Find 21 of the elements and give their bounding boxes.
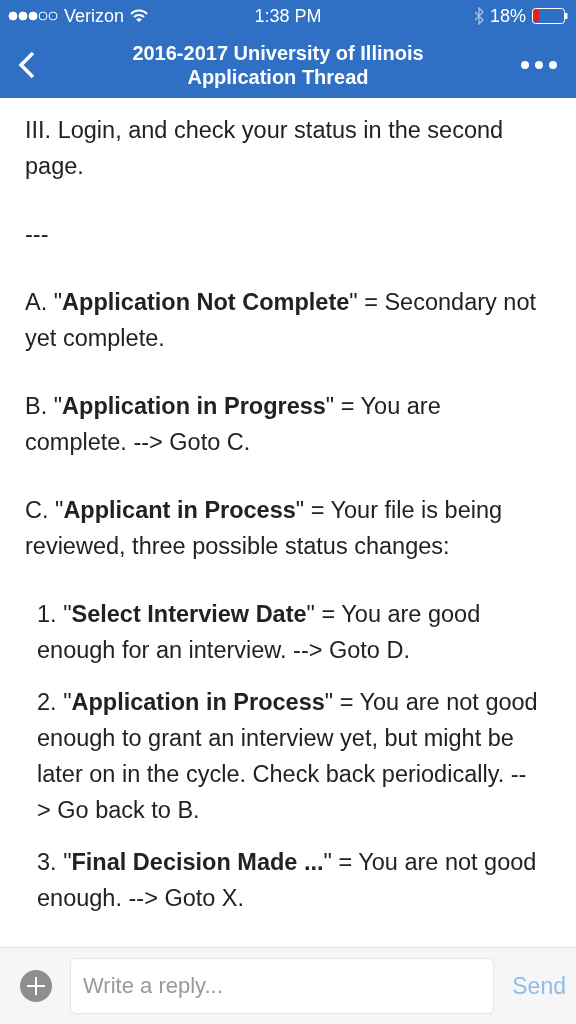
clock-time: 1:38 PM — [254, 5, 322, 27]
thread-title: 2016-2017 University of Illinois — [132, 41, 424, 65]
paragraph-text: B. "Application in Progress" = You are complete. --> Goto C. — [25, 392, 442, 457]
paragraph-text: C. "Applicant in Process" = Your file is being reviewed, three possible status changes: — [25, 496, 504, 561]
add-icon[interactable] — [20, 970, 52, 1002]
paragraph-text: A. "Application Not Complete" = Secondary not yet complete. — [25, 288, 537, 353]
thread-title: Application Thread — [187, 65, 369, 89]
wifi-icon — [130, 9, 149, 23]
list-item-text: 1. "Select Interview Date" = You are good enough for an interview. --> Goto D. — [36, 600, 482, 665]
paragraph-text: III. Login, and check your status in the second page. — [25, 116, 505, 181]
reply-field[interactable]: Write a reply... — [70, 958, 495, 1014]
more-icon[interactable] — [520, 60, 558, 70]
battery-icon — [532, 8, 568, 24]
signal-icon — [8, 11, 58, 21]
bluetooth-icon — [473, 7, 484, 25]
back-icon[interactable] — [18, 51, 36, 79]
battery-percent: 18% — [489, 5, 526, 27]
list-item-text: 3. "Final Decision Made ..." = You are not good enough. --> Goto X. — [36, 848, 538, 913]
carrier-name: Verizon — [64, 5, 125, 27]
paragraph-text: --- — [25, 220, 50, 249]
list-item-text: 2. "Application in Process" = You are not good enough to grant an interview yet, but might be later on in the cycle. Check back periodically. --> Go back to B. — [36, 688, 538, 825]
